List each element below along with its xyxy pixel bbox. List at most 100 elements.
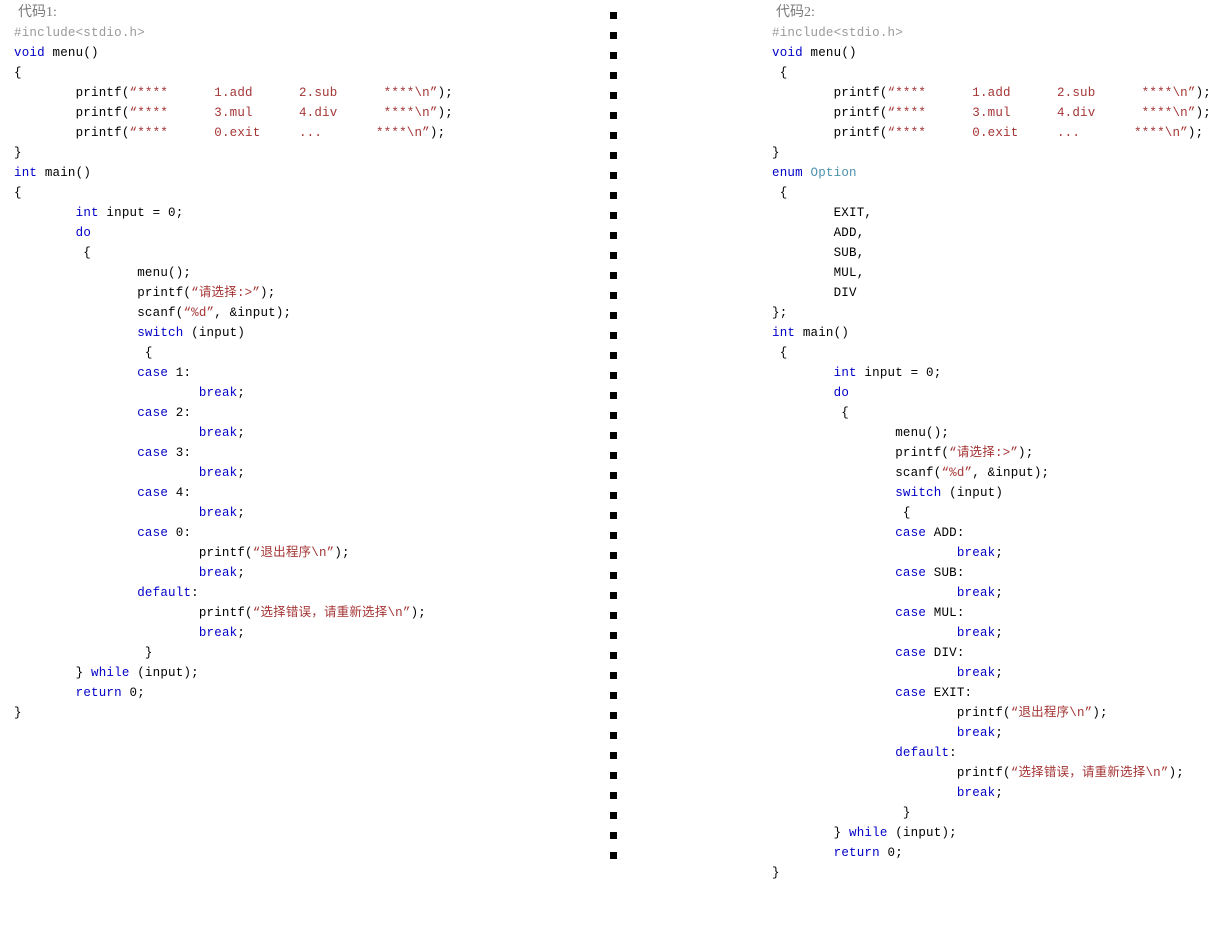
code-token: { — [14, 346, 153, 360]
code-token: case — [137, 526, 169, 540]
code-line: void menu() — [14, 43, 614, 63]
code-line: { — [772, 503, 1226, 523]
code-line: break; — [772, 783, 1226, 803]
code-line: switch (input) — [14, 323, 614, 343]
code-1-body: #include<stdio.h> void menu(){ printf(“**… — [14, 23, 614, 723]
code-line: enum Option — [772, 163, 1226, 183]
code-line: break; — [772, 623, 1226, 643]
code-line: int input = 0; — [772, 363, 1226, 383]
code-token: ; — [995, 726, 1004, 740]
code-token: { — [14, 66, 22, 80]
divider-dot — [610, 792, 617, 799]
code-token: MUL, — [772, 266, 865, 280]
code-token: ); — [429, 126, 446, 140]
code-token: scanf( — [772, 466, 942, 480]
code-token: (input) — [941, 486, 1004, 500]
code-token: return — [75, 686, 122, 700]
code-line: scanf(“%d”, &input); — [14, 303, 614, 323]
code-line: break; — [772, 583, 1226, 603]
divider-dot — [610, 32, 617, 39]
code-token: (input) — [183, 326, 246, 340]
code-token: break — [198, 426, 238, 440]
divider-dot — [610, 272, 617, 279]
code-token: “**** 0.exit ... ****\n” — [887, 126, 1188, 140]
divider-dot — [610, 712, 617, 719]
code-token: break — [198, 506, 238, 520]
divider-dot — [610, 672, 617, 679]
code-line: case EXIT: — [772, 683, 1226, 703]
code-line: do — [772, 383, 1226, 403]
code-line: } while (input); — [772, 823, 1226, 843]
code-line: #include<stdio.h> — [772, 23, 1226, 43]
code-line: return 0; — [14, 683, 614, 703]
code-line: printf(“请选择:>”); — [772, 443, 1226, 463]
divider-dot — [610, 452, 617, 459]
code-token: ); — [1092, 706, 1108, 720]
code-line: break; — [14, 503, 614, 523]
code-token: }; — [772, 306, 788, 320]
code-token: #include<stdio.h> — [772, 26, 903, 40]
code-token: menu() — [810, 46, 857, 60]
code-line: } — [772, 803, 1226, 823]
code-line: } while (input); — [14, 663, 614, 683]
code-token: ); — [1195, 86, 1211, 100]
code-token: ); — [410, 606, 426, 620]
code-token: , &input); — [972, 466, 1050, 480]
code-token: break — [956, 546, 996, 560]
code-line: do — [14, 223, 614, 243]
code-token: printf( — [14, 86, 130, 100]
divider-dot — [610, 252, 617, 259]
code-token: printf( — [772, 446, 950, 460]
code-line: case 0: — [14, 523, 614, 543]
divider-dot — [610, 292, 617, 299]
divider-dot — [610, 172, 617, 179]
code-line: case 3: — [14, 443, 614, 463]
divider-dot — [610, 472, 617, 479]
code-token: MUL: — [926, 606, 965, 620]
divider-dot — [610, 652, 617, 659]
code-line: SUB, — [772, 243, 1226, 263]
divider-dot — [610, 612, 617, 619]
code-token: case — [895, 566, 927, 580]
code-line: scanf(“%d”, &input); — [772, 463, 1226, 483]
code-line: printf(“**** 0.exit ... ****\n”); — [14, 123, 614, 143]
code-line: EXIT, — [772, 203, 1226, 223]
code-token: ; — [995, 626, 1004, 640]
code-line: }; — [772, 303, 1226, 323]
code-line: break; — [772, 543, 1226, 563]
code-line: { — [772, 343, 1226, 363]
code-line: case 4: — [14, 483, 614, 503]
code-token: ; — [995, 666, 1004, 680]
code-token: 2: — [168, 406, 192, 420]
code-line: break; — [14, 463, 614, 483]
code-line: case DIV: — [772, 643, 1226, 663]
code-token: “退出程序\n” — [1010, 706, 1093, 720]
divider-dot — [610, 512, 617, 519]
divider-dot — [610, 372, 617, 379]
divider-dot — [610, 152, 617, 159]
divider-dot — [610, 52, 617, 59]
code-line: case 1: — [14, 363, 614, 383]
divider-dot — [610, 492, 617, 499]
code-line: return 0; — [772, 843, 1226, 863]
code-token: { — [14, 186, 22, 200]
code-token: case — [137, 366, 169, 380]
code-token: break — [956, 726, 996, 740]
code-token: case — [137, 446, 169, 460]
code-token: ; — [237, 626, 246, 640]
code-token: DIV — [772, 286, 857, 300]
code-line: ADD, — [772, 223, 1226, 243]
